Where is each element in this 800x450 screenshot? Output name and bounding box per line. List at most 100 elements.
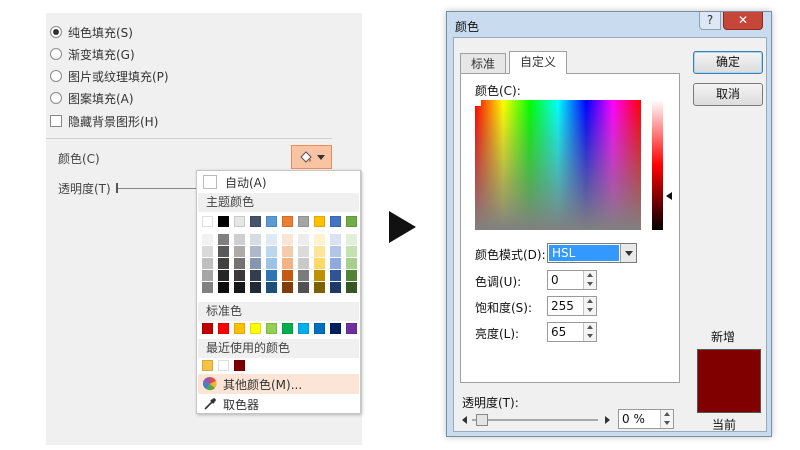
standard-color-swatch[interactable] — [346, 323, 357, 334]
menu-item-automatic[interactable]: 自动(A) — [198, 172, 359, 192]
theme-shade-swatch[interactable] — [266, 270, 277, 281]
theme-shade-swatch[interactable] — [250, 246, 261, 257]
transparency-stepper[interactable]: 0 % — [618, 409, 674, 429]
theme-shade-swatch[interactable] — [330, 258, 341, 269]
theme-shade-swatch[interactable] — [250, 258, 261, 269]
standard-color-swatch[interactable] — [330, 323, 341, 334]
theme-shade-swatch[interactable] — [330, 246, 341, 257]
theme-shade-swatch[interactable] — [202, 246, 213, 257]
theme-shade-swatch[interactable] — [234, 270, 245, 281]
theme-shade-swatch[interactable] — [346, 234, 357, 245]
theme-shade-swatch[interactable] — [266, 258, 277, 269]
theme-color-swatch[interactable] — [202, 216, 213, 227]
theme-shade-swatch[interactable] — [346, 246, 357, 257]
theme-shade-swatch[interactable] — [218, 270, 229, 281]
theme-shade-swatch[interactable] — [218, 258, 229, 269]
menu-item-eyedropper[interactable]: 取色器 — [198, 394, 359, 414]
hide-background-checkbox[interactable]: 隐藏背景图形(H) — [50, 112, 158, 130]
standard-color-swatch[interactable] — [218, 323, 229, 334]
standard-color-swatch[interactable] — [314, 323, 325, 334]
theme-shade-swatch[interactable] — [314, 282, 325, 293]
tab-custom[interactable]: 自定义 — [509, 51, 567, 74]
theme-shade-swatch[interactable] — [330, 282, 341, 293]
theme-shade-swatch[interactable] — [298, 234, 309, 245]
theme-shade-swatch[interactable] — [314, 258, 325, 269]
theme-color-swatch[interactable] — [234, 216, 245, 227]
stepper-buttons[interactable] — [660, 410, 673, 428]
standard-color-swatch[interactable] — [202, 323, 213, 334]
theme-shade-swatch[interactable] — [314, 234, 325, 245]
stepper-buttons[interactable] — [583, 297, 596, 315]
theme-shade-swatch[interactable] — [266, 234, 277, 245]
theme-color-swatch[interactable] — [346, 216, 357, 227]
theme-shade-swatch[interactable] — [250, 282, 261, 293]
theme-shade-swatch[interactable] — [202, 270, 213, 281]
theme-color-swatch[interactable] — [298, 216, 309, 227]
saturation-stepper[interactable]: 255 — [547, 296, 597, 316]
radio-button[interactable] — [50, 26, 62, 38]
theme-shade-swatch[interactable] — [314, 246, 325, 257]
theme-shade-swatch[interactable] — [202, 234, 213, 245]
luminance-stepper[interactable]: 65 — [547, 322, 597, 342]
theme-shade-swatch[interactable] — [282, 234, 293, 245]
theme-shade-swatch[interactable] — [202, 282, 213, 293]
theme-shade-swatch[interactable] — [282, 282, 293, 293]
radio-pattern-fill[interactable]: 图案填充(A) — [50, 89, 134, 107]
theme-color-swatch[interactable] — [266, 216, 277, 227]
theme-shade-swatch[interactable] — [330, 234, 341, 245]
theme-shade-swatch[interactable] — [298, 246, 309, 257]
theme-color-swatch[interactable] — [250, 216, 261, 227]
close-icon[interactable]: ✕ — [723, 12, 763, 30]
radio-button[interactable] — [50, 48, 62, 60]
theme-shade-swatch[interactable] — [282, 246, 293, 257]
theme-shade-swatch[interactable] — [282, 258, 293, 269]
standard-color-swatch[interactable] — [298, 323, 309, 334]
standard-color-swatch[interactable] — [234, 323, 245, 334]
luminance-pointer-icon[interactable] — [666, 192, 672, 200]
hue-stepper[interactable]: 0 — [547, 270, 597, 290]
theme-shade-swatch[interactable] — [314, 270, 325, 281]
theme-shade-swatch[interactable] — [218, 246, 229, 257]
arrow-left-icon[interactable] — [462, 416, 467, 424]
menu-item-more-colors[interactable]: 其他颜色(M)... — [198, 374, 359, 394]
theme-shade-swatch[interactable] — [298, 282, 309, 293]
theme-color-swatch[interactable] — [330, 216, 341, 227]
radio-solid-fill[interactable]: 纯色填充(S) — [50, 23, 133, 41]
theme-shade-swatch[interactable] — [330, 270, 341, 281]
theme-shade-swatch[interactable] — [218, 234, 229, 245]
color-model-select[interactable]: HSL — [547, 243, 637, 263]
ok-button[interactable]: 确定 — [693, 51, 763, 74]
theme-shade-swatch[interactable] — [234, 246, 245, 257]
recent-color-swatch[interactable] — [202, 360, 213, 371]
theme-shade-swatch[interactable] — [282, 270, 293, 281]
theme-shade-swatch[interactable] — [298, 258, 309, 269]
chevron-down-icon[interactable] — [620, 244, 636, 262]
theme-color-swatch[interactable] — [282, 216, 293, 227]
theme-shade-swatch[interactable] — [218, 282, 229, 293]
stepper-buttons[interactable] — [583, 323, 596, 341]
theme-color-swatch[interactable] — [314, 216, 325, 227]
theme-shade-swatch[interactable] — [250, 270, 261, 281]
theme-shade-swatch[interactable] — [298, 270, 309, 281]
theme-shade-swatch[interactable] — [346, 270, 357, 281]
luminance-bar[interactable] — [652, 100, 663, 230]
arrow-right-icon[interactable] — [605, 416, 610, 424]
spectrum-crosshair[interactable] — [475, 100, 481, 106]
theme-shade-swatch[interactable] — [234, 282, 245, 293]
radio-button[interactable] — [50, 70, 62, 82]
checkbox-box[interactable] — [50, 115, 62, 127]
radio-button[interactable] — [50, 92, 62, 104]
radio-gradient-fill[interactable]: 渐变填充(G) — [50, 45, 135, 63]
color-spectrum[interactable] — [475, 100, 641, 230]
cancel-button[interactable]: 取消 — [693, 83, 763, 106]
tab-standard[interactable]: 标准 — [460, 53, 506, 73]
slider-thumb[interactable] — [476, 414, 488, 426]
theme-shade-swatch[interactable] — [250, 234, 261, 245]
recent-color-swatch[interactable] — [218, 360, 229, 371]
standard-color-swatch[interactable] — [282, 323, 293, 334]
radio-picture-fill[interactable]: 图片或纹理填充(P) — [50, 67, 169, 85]
transparency-slider[interactable] — [460, 414, 612, 426]
fill-color-dropdown-button[interactable] — [291, 145, 332, 169]
theme-color-swatch[interactable] — [218, 216, 229, 227]
recent-color-swatch[interactable] — [234, 360, 245, 371]
